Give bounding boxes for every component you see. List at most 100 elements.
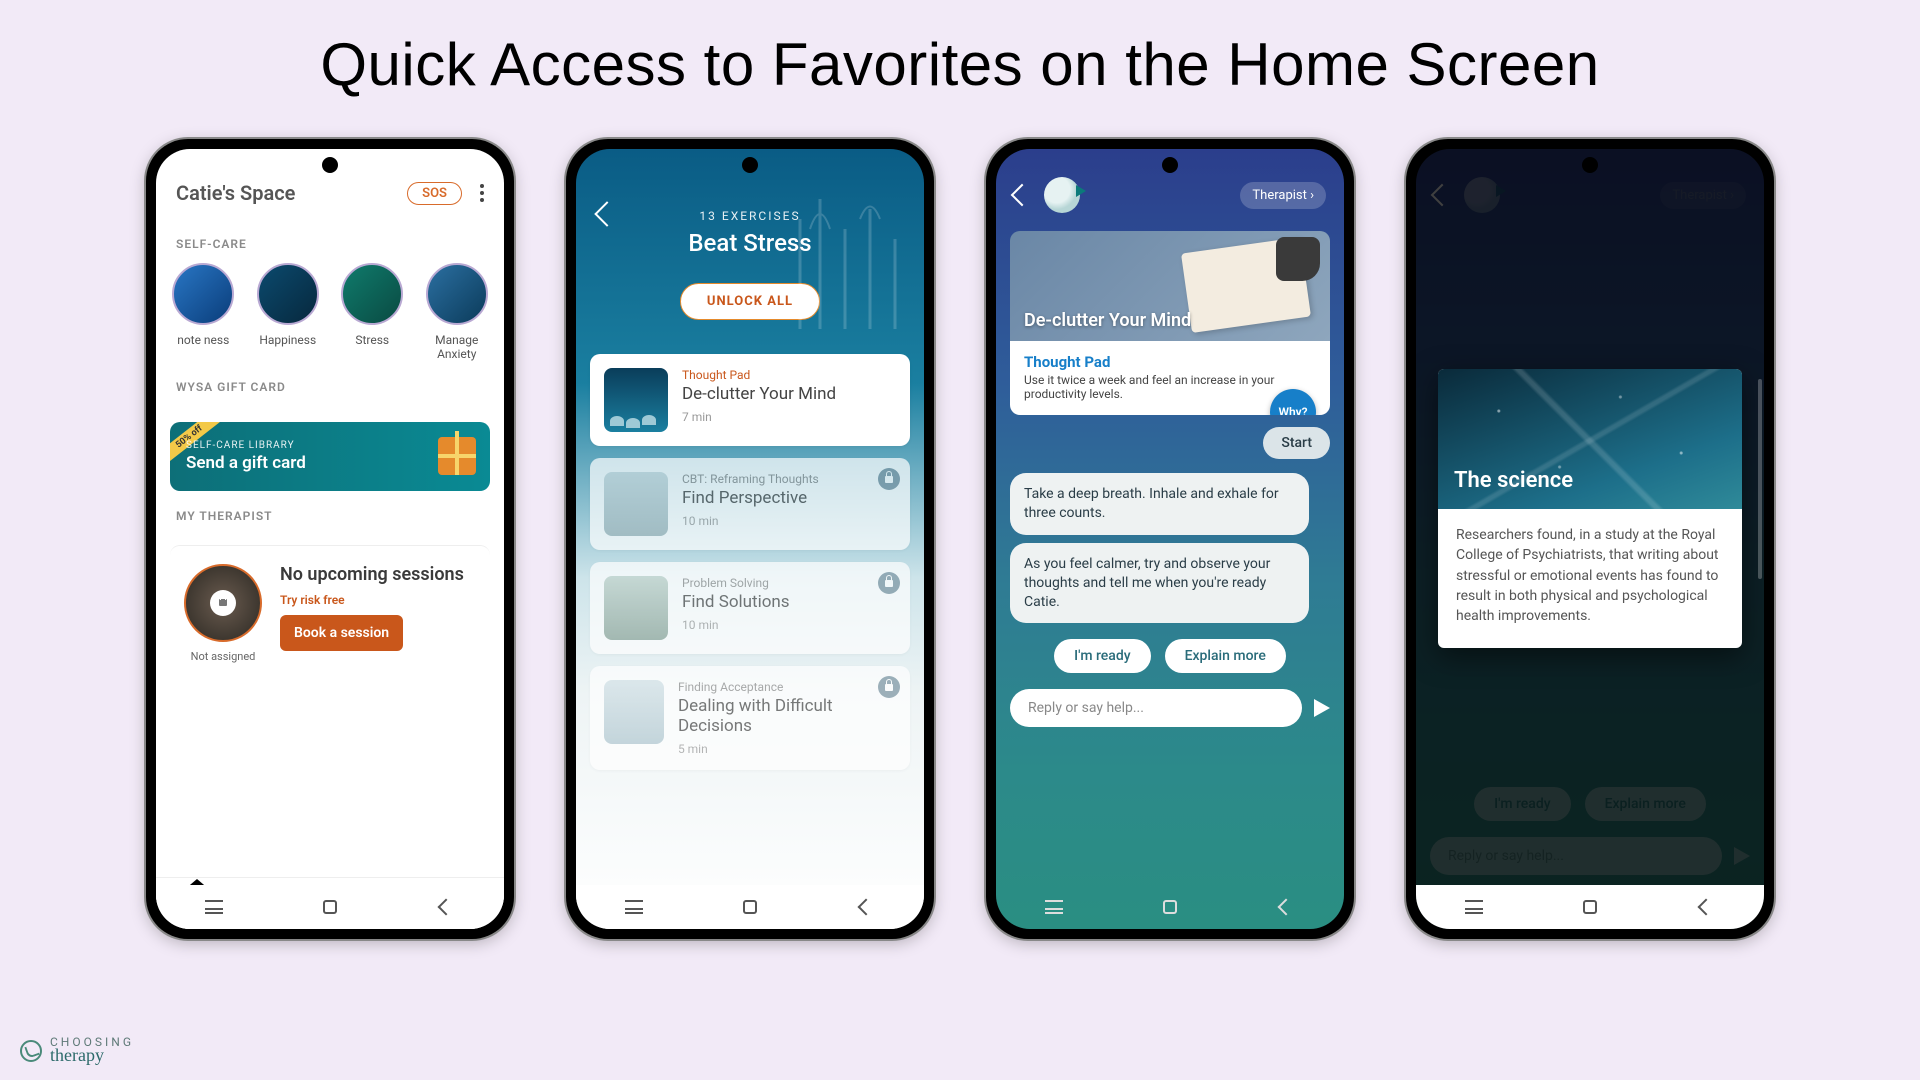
- exercise-duration: 10 min: [682, 514, 819, 528]
- modal-title: The science: [1454, 468, 1573, 493]
- phone-3-frame: Therapist › De-clutter Your Mind Why? Th…: [986, 139, 1354, 939]
- back-icon[interactable]: [1274, 895, 1298, 919]
- quick-reply-ready[interactable]: I'm ready: [1054, 639, 1150, 673]
- story-item[interactable]: Stress: [339, 263, 406, 362]
- bot-message: Take a deep breath. Inhale and exhale fo…: [1010, 473, 1309, 535]
- story-circle-icon: [257, 263, 319, 325]
- section-giftcard-label: WYSA GIFT CARD: [156, 362, 504, 406]
- exercise-title: Find Solutions: [682, 592, 790, 612]
- scrollbar[interactable]: [1758, 379, 1762, 579]
- back-icon[interactable]: [434, 895, 458, 919]
- exercise-card[interactable]: Finding Acceptance Dealing with Difficul…: [590, 666, 910, 770]
- modal-hero: The science: [1438, 369, 1742, 509]
- no-sessions-text: No upcoming sessions: [280, 564, 476, 586]
- exercise-title: Dealing with Difficult Decisions: [678, 696, 896, 736]
- phone-1-frame: Catie's Space SOS SELF-CARE note ness Ha…: [146, 139, 514, 939]
- phones-row: Catie's Space SOS SELF-CARE note ness Ha…: [0, 139, 1920, 939]
- section-therapist-label: MY THERAPIST: [156, 491, 504, 535]
- story-label: Happiness: [259, 333, 316, 347]
- hero-image: De-clutter Your Mind: [1010, 231, 1330, 341]
- more-menu-icon[interactable]: [480, 184, 484, 202]
- exercise-eyebrow: Thought Pad: [682, 368, 836, 382]
- exercise-list[interactable]: Thought Pad De-clutter Your Mind 7 min C…: [576, 340, 924, 784]
- bot-avatar-icon: [1044, 177, 1080, 213]
- section-selfcare-label: SELF-CARE: [156, 219, 504, 263]
- exercise-eyebrow: CBT: Reframing Thoughts: [682, 472, 819, 486]
- exercise-card[interactable]: Problem Solving Find Solutions 10 min: [590, 562, 910, 654]
- footer-logo: CHOOSING therapy: [20, 1035, 134, 1066]
- story-circle-icon: [341, 263, 403, 325]
- exercise-eyebrow: Finding Acceptance: [678, 680, 896, 694]
- hero-description: Use it twice a week and feel an increase…: [1024, 373, 1316, 401]
- android-nav-bar: [1416, 885, 1764, 929]
- lock-icon: [878, 572, 900, 594]
- story-item[interactable]: Happiness: [255, 263, 322, 362]
- exercise-title: Find Perspective: [682, 488, 819, 508]
- reply-input[interactable]: Reply or say help...: [1010, 689, 1302, 727]
- recents-icon[interactable]: [202, 895, 226, 919]
- quick-replies: I'm ready Explain more: [996, 623, 1344, 683]
- quick-reply-explain[interactable]: Explain more: [1165, 639, 1286, 673]
- back-arrow-icon[interactable]: [1011, 184, 1034, 207]
- gift-icon: [438, 437, 476, 475]
- hero-subtitle: Thought Pad: [1024, 353, 1316, 371]
- story-label: note ness: [177, 333, 229, 347]
- exercise-eyebrow: Problem Solving: [682, 576, 790, 590]
- story-circle-icon: [426, 263, 488, 325]
- gift-card-banner[interactable]: 50% off SELF-CARE LIBRARY Send a gift ca…: [170, 422, 490, 491]
- try-risk-free-link[interactable]: Try risk free: [280, 593, 476, 607]
- exercise-count: 13 EXERCISES: [596, 209, 904, 223]
- home-button-icon[interactable]: [1158, 895, 1182, 919]
- exercise-duration: 5 min: [678, 742, 896, 756]
- back-icon[interactable]: [1694, 895, 1718, 919]
- story-label: Manage Anxiety: [424, 333, 491, 362]
- modal-body: Researchers found, in a study at the Roy…: [1438, 509, 1742, 648]
- science-modal[interactable]: The science Researchers found, in a stud…: [1438, 369, 1742, 648]
- therapist-avatar[interactable]: [184, 564, 262, 642]
- back-icon[interactable]: [854, 895, 878, 919]
- android-nav-bar: [996, 885, 1344, 929]
- exercise-thumb-icon: [604, 680, 664, 744]
- reply-bar: Reply or say help...: [996, 683, 1344, 737]
- exercise-hero-card[interactable]: De-clutter Your Mind Why? Thought Pad Us…: [1010, 231, 1330, 415]
- pack-header: 13 EXERCISES Beat Stress UNLOCK ALL: [576, 149, 924, 340]
- story-item[interactable]: note ness: [170, 263, 237, 362]
- sos-button[interactable]: SOS: [407, 182, 462, 205]
- exercise-thumb-icon: [604, 368, 668, 432]
- lock-icon: [210, 590, 236, 616]
- exercise-duration: 10 min: [682, 618, 790, 632]
- therapist-button[interactable]: Therapist ›: [1240, 182, 1326, 209]
- page-title: Quick Access to Favorites on the Home Sc…: [0, 0, 1920, 139]
- android-nav-bar: [156, 885, 504, 929]
- book-session-button[interactable]: Book a session: [280, 615, 403, 651]
- gift-card-eyebrow: SELF-CARE LIBRARY: [186, 440, 474, 451]
- story-item[interactable]: Manage Anxiety: [424, 263, 491, 362]
- home-button-icon[interactable]: [738, 895, 762, 919]
- home-button-icon[interactable]: [1578, 895, 1602, 919]
- camera-dot: [322, 157, 338, 173]
- exercise-card[interactable]: CBT: Reframing Thoughts Find Perspective…: [590, 458, 910, 550]
- recents-icon[interactable]: [622, 895, 646, 919]
- workspace-title: Catie's Space: [176, 181, 295, 205]
- recents-icon[interactable]: [1042, 895, 1066, 919]
- exercise-card[interactable]: Thought Pad De-clutter Your Mind 7 min: [590, 354, 910, 446]
- therapist-status: Not assigned: [191, 650, 256, 663]
- exercise-duration: 7 min: [682, 410, 836, 424]
- story-circle-icon: [172, 263, 234, 325]
- phone-4-frame: Therapist › I'm ready Explain more Reply…: [1406, 139, 1774, 939]
- user-message-start: Start: [1263, 427, 1330, 459]
- exercise-thumb-icon: [604, 472, 668, 536]
- recents-icon[interactable]: [1462, 895, 1486, 919]
- camera-dot: [1582, 157, 1598, 173]
- story-label: Stress: [355, 333, 389, 347]
- phone-2-frame: 13 EXERCISES Beat Stress UNLOCK ALL Thou…: [566, 139, 934, 939]
- lock-icon: [878, 468, 900, 490]
- camera-dot: [742, 157, 758, 173]
- logo-icon: [20, 1040, 42, 1062]
- exercise-thumb-icon: [604, 576, 668, 640]
- exercise-title: De-clutter Your Mind: [682, 384, 836, 404]
- home-button-icon[interactable]: [318, 895, 342, 919]
- lock-icon: [878, 676, 900, 698]
- send-icon[interactable]: [1314, 699, 1330, 717]
- bot-message: As you feel calmer, try and observe your…: [1010, 543, 1309, 624]
